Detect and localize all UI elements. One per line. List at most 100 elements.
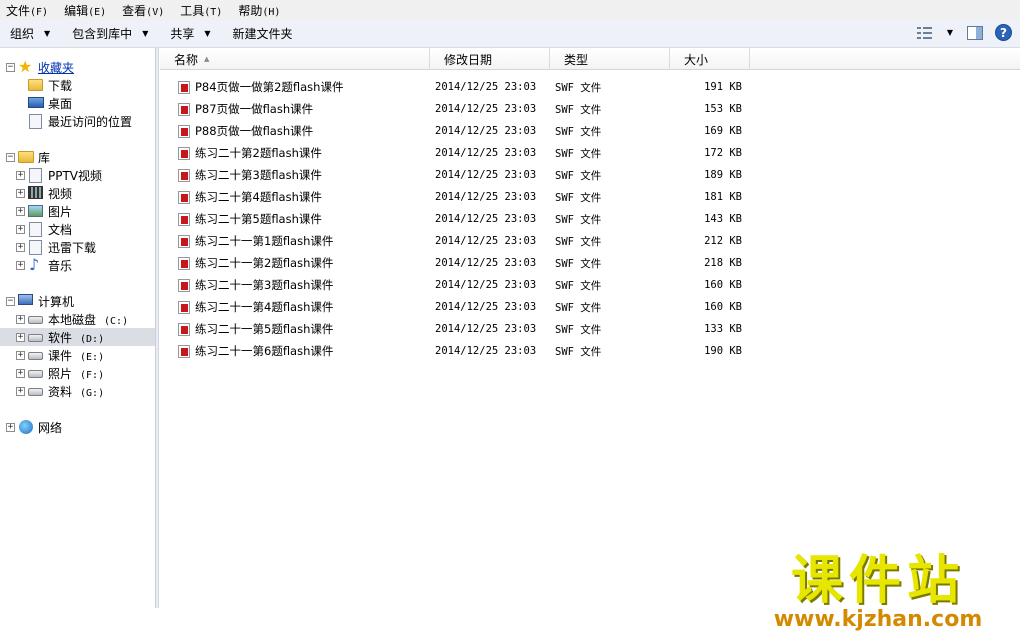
nav-item-desktop[interactable]: 桌面 (0, 94, 155, 112)
help-icon[interactable]: ? (995, 24, 1012, 41)
file-date: 2014/12/25 23:03 (435, 169, 537, 181)
new-folder-button[interactable]: 新建文件夹 (233, 25, 293, 42)
nav-drive-f[interactable]: + 照片 (F:) (0, 364, 155, 382)
file-name-cell[interactable]: P87页做一做flash课件 (178, 98, 313, 120)
view-options-chevron-icon[interactable]: ▼ (947, 28, 953, 37)
nav-item-documents[interactable]: + 文档 (0, 220, 155, 238)
expand-icon[interactable]: + (16, 333, 25, 342)
video-library-icon (28, 186, 43, 199)
nav-drive-e[interactable]: + 课件 (E:) (0, 346, 155, 364)
menu-view-accel: (V) (146, 6, 165, 18)
file-row[interactable]: 练习二十第5题flash课件 2014/12/25 23:03 SWF 文件 143 … (160, 208, 1020, 230)
collapse-icon[interactable]: − (6, 297, 15, 306)
nav-item-pictures[interactable]: + 图片 (0, 202, 155, 220)
file-row[interactable]: P84页做一做第2题flash课件 2014/12/25 23:03 SWF 文件 1… (160, 76, 1020, 98)
expand-icon[interactable]: + (16, 225, 25, 234)
organize-button[interactable]: 组织 ▼ (10, 25, 50, 42)
file-row[interactable]: P88页做一做flash课件 2014/12/25 23:03 SWF 文件 169 … (160, 120, 1020, 142)
nav-libraries[interactable]: − 库 (0, 148, 155, 166)
menu-view[interactable]: 查看(V) (122, 2, 164, 19)
file-row[interactable]: 练习二十一第3题flash课件 2014/12/25 23:03 SWF 文件 160… (160, 274, 1020, 296)
file-row[interactable]: 练习二十一第5题flash课件 2014/12/25 23:03 SWF 文件 133… (160, 318, 1020, 340)
computer-icon (18, 294, 33, 305)
file-row[interactable]: P87页做一做flash课件 2014/12/25 23:03 SWF 文件 153 … (160, 98, 1020, 120)
file-name-cell[interactable]: P84页做一做第2题flash课件 (178, 76, 343, 98)
nav-drive-g[interactable]: + 资料 (G:) (0, 382, 155, 400)
expand-icon[interactable]: + (16, 387, 25, 396)
file-name-cell[interactable]: 练习二十一第1题flash课件 (178, 230, 333, 252)
file-name-cell[interactable]: 练习二十第2题flash课件 (178, 142, 322, 164)
file-type: SWF 文件 (555, 257, 602, 270)
file-name-cell[interactable]: 练习二十一第6题flash课件 (178, 340, 333, 362)
swf-file-icon (178, 146, 190, 160)
chevron-down-icon: ▼ (44, 29, 51, 38)
nav-network[interactable]: + 网络 (0, 418, 155, 436)
file-row[interactable]: 练习二十一第2题flash课件 2014/12/25 23:03 SWF 文件 218… (160, 252, 1020, 274)
menu-file[interactable]: 文件(F) (6, 2, 48, 19)
nav-favorites[interactable]: − ★ 收藏夹 (0, 58, 155, 76)
file-row[interactable]: 练习二十一第4题flash课件 2014/12/25 23:03 SWF 文件 160… (160, 296, 1020, 318)
file-name: 练习二十一第6题flash课件 (195, 344, 334, 358)
file-name-cell[interactable]: 练习二十第5题flash课件 (178, 208, 322, 230)
nav-item-videos[interactable]: + 视频 (0, 184, 155, 202)
column-header-type[interactable]: 类型 (550, 48, 670, 70)
view-details-icon[interactable] (916, 26, 933, 40)
document-library-icon (29, 222, 42, 237)
expand-icon[interactable]: + (16, 243, 25, 252)
file-name-cell[interactable]: 练习二十一第2题flash课件 (178, 252, 333, 274)
nav-drive-c[interactable]: + 本地磁盘 (C:) (0, 310, 155, 328)
expand-icon[interactable]: + (16, 261, 25, 270)
file-list[interactable]: 名称 ▲ 修改日期 类型 大小 P84页做一做第2题flash课件 2014/12/… (160, 48, 1020, 631)
column-header-size[interactable]: 大小 (670, 48, 750, 70)
nav-drive-d[interactable]: + 软件 (D:) (0, 328, 155, 346)
file-name-cell[interactable]: 练习二十第4题flash课件 (178, 186, 322, 208)
file-size: 189 KB (704, 169, 742, 181)
nav-item-music[interactable]: + ♪ 音乐 (0, 256, 155, 274)
collapse-icon[interactable]: − (6, 63, 15, 72)
file-row[interactable]: 练习二十第3题flash课件 2014/12/25 23:03 SWF 文件 189 … (160, 164, 1020, 186)
nav-item-recent-places[interactable]: 最近访问的位置 (0, 112, 155, 130)
file-date: 2014/12/25 23:03 (435, 213, 537, 225)
menu-edit[interactable]: 编辑(E) (64, 2, 106, 19)
column-header-date[interactable]: 修改日期 (430, 48, 550, 70)
file-row[interactable]: 练习二十第2题flash课件 2014/12/25 23:03 SWF 文件 172 … (160, 142, 1020, 164)
expand-icon[interactable]: + (16, 171, 25, 180)
file-row[interactable]: 练习二十一第6题flash课件 2014/12/25 23:03 SWF 文件 190… (160, 340, 1020, 362)
file-name: 练习二十第2题flash课件 (195, 146, 322, 160)
navigation-pane[interactable]: − ★ 收藏夹 下载 桌面 最近访问的位置 − 库 + PPTV视频 + 视频 … (0, 48, 156, 608)
expand-icon[interactable]: + (16, 315, 25, 324)
expand-icon[interactable]: + (16, 189, 25, 198)
swf-file-icon (178, 256, 190, 270)
nav-item-xunlei-downloads[interactable]: + 迅雷下载 (0, 238, 155, 256)
share-button[interactable]: 共享 ▼ (170, 25, 210, 42)
nav-item-downloads[interactable]: 下载 (0, 76, 155, 94)
preview-pane-icon[interactable] (967, 25, 983, 40)
file-date: 2014/12/25 23:03 (435, 125, 537, 137)
file-row[interactable]: 练习二十一第1题flash课件 2014/12/25 23:03 SWF 文件 212… (160, 230, 1020, 252)
file-name-cell[interactable]: 练习二十第3题flash课件 (178, 164, 322, 186)
file-date: 2014/12/25 23:03 (435, 235, 537, 247)
menu-help[interactable]: 帮助(H) (238, 2, 280, 19)
menu-file-accel: (F) (30, 6, 49, 18)
file-size: 191 KB (704, 81, 742, 93)
collapse-icon[interactable]: − (6, 153, 15, 162)
expand-icon[interactable]: + (16, 369, 25, 378)
expand-icon[interactable]: + (6, 423, 15, 432)
menu-tools[interactable]: 工具(T) (180, 2, 222, 19)
file-type: SWF 文件 (555, 125, 602, 138)
file-row[interactable]: 练习二十第4题flash课件 2014/12/25 23:03 SWF 文件 181 … (160, 186, 1020, 208)
file-name: P88页做一做flash课件 (195, 124, 314, 138)
nav-computer[interactable]: − 计算机 (0, 292, 155, 310)
desktop-icon (28, 97, 44, 108)
file-name-cell[interactable]: 练习二十一第5题flash课件 (178, 318, 333, 340)
nav-item-pptv-video[interactable]: + PPTV视频 (0, 166, 155, 184)
file-size: 143 KB (704, 213, 742, 225)
expand-icon[interactable]: + (16, 207, 25, 216)
file-name-cell[interactable]: 练习二十一第4题flash课件 (178, 296, 333, 318)
expand-icon[interactable]: + (16, 351, 25, 360)
include-in-library-button[interactable]: 包含到库中 ▼ (72, 25, 148, 42)
column-header-name[interactable]: 名称 ▲ (160, 48, 430, 70)
file-name-cell[interactable]: P88页做一做flash课件 (178, 120, 313, 142)
file-name-cell[interactable]: 练习二十一第3题flash课件 (178, 274, 333, 296)
pane-splitter[interactable] (156, 48, 159, 608)
